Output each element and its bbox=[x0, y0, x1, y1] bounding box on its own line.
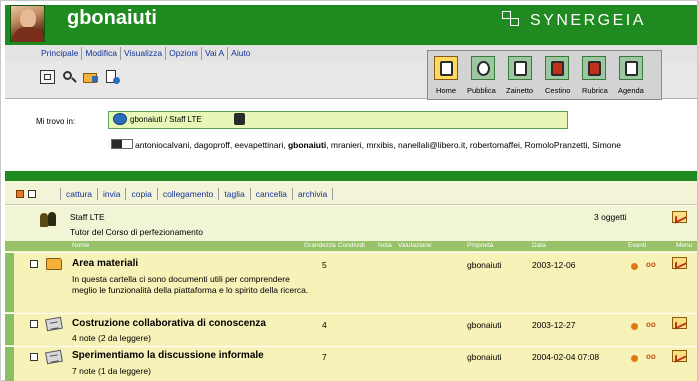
group-members-icon bbox=[234, 113, 245, 125]
item-title[interactable]: Area materiali bbox=[72, 258, 138, 269]
event-icon[interactable] bbox=[631, 355, 638, 362]
item-size: 7 bbox=[322, 352, 327, 362]
item-description: 7 note (1 da leggere) bbox=[72, 366, 151, 376]
location-label: Mi trovo in: bbox=[36, 117, 76, 126]
brand-logo-icon bbox=[502, 11, 522, 29]
document-add-icon[interactable] bbox=[105, 70, 120, 84]
toolbar-label-rubrica[interactable]: Rubrica bbox=[582, 86, 608, 95]
folder-subtitle: Tutor del Corso di perfezionamento bbox=[70, 227, 203, 237]
column-data[interactable]: Data bbox=[532, 242, 546, 249]
row-marker bbox=[5, 347, 14, 381]
calendar-icon[interactable] bbox=[619, 56, 643, 80]
column-nome[interactable]: Nome bbox=[72, 242, 89, 249]
column-valutazione[interactable]: Valutazione bbox=[398, 242, 432, 249]
menu-principale[interactable]: Principale bbox=[38, 47, 83, 60]
column-menu[interactable]: Menu bbox=[676, 242, 692, 249]
row-checkbox[interactable] bbox=[30, 353, 38, 361]
action-copia[interactable]: copia bbox=[125, 188, 156, 200]
members-text-after: , mranieri, mrxibis, nanellali@libero.it… bbox=[326, 140, 621, 150]
select-all-checkbox[interactable] bbox=[16, 190, 24, 198]
column-nota[interactable]: Nota bbox=[378, 242, 392, 249]
publish-icon[interactable] bbox=[471, 56, 495, 80]
folder-menu-chart-icon[interactable] bbox=[672, 211, 687, 223]
event-icon[interactable] bbox=[631, 263, 638, 270]
toolbar-label-zainetto[interactable]: Zainetto bbox=[506, 86, 533, 95]
address-book-icon[interactable] bbox=[582, 56, 606, 80]
row-checkbox[interactable] bbox=[30, 260, 38, 268]
select-none-checkbox[interactable] bbox=[28, 190, 36, 198]
column-proprieta[interactable]: Proprietà bbox=[467, 242, 493, 249]
item-menu-chart-icon[interactable] bbox=[672, 317, 687, 329]
item-title[interactable]: Sperimentiamo la discussione informale bbox=[72, 350, 264, 361]
action-collegamento[interactable]: collegamento bbox=[156, 188, 219, 200]
column-condividi[interactable]: Condividi bbox=[338, 242, 365, 249]
menu-vai-a[interactable]: Vai A bbox=[202, 47, 229, 60]
action-cattura[interactable]: cattura bbox=[60, 188, 97, 200]
toolbar-label-pubblica[interactable]: Pubblica bbox=[467, 86, 496, 95]
section-divider bbox=[5, 171, 697, 181]
item-menu-chart-icon[interactable] bbox=[672, 350, 687, 362]
search-icon[interactable] bbox=[62, 70, 77, 84]
menu-aiuto[interactable]: Aiuto bbox=[228, 47, 253, 60]
action-links: cattura invia copia collegamento taglia … bbox=[60, 188, 334, 200]
row-marker bbox=[5, 253, 14, 312]
action-taglia[interactable]: taglia bbox=[218, 188, 249, 200]
members-icon bbox=[111, 139, 133, 149]
item-owner[interactable]: gbonaiuti bbox=[467, 260, 502, 270]
globe-icon bbox=[113, 113, 127, 125]
action-invia[interactable]: invia bbox=[97, 188, 125, 200]
user-avatar bbox=[10, 5, 45, 42]
toolbar-label-agenda[interactable]: Agenda bbox=[618, 86, 644, 95]
readers-icon[interactable]: oo bbox=[646, 352, 656, 361]
folder-title: Staff LTE bbox=[70, 212, 105, 222]
column-eventi[interactable]: Eventi bbox=[628, 242, 646, 249]
toolbar-label-cestino[interactable]: Cestino bbox=[545, 86, 570, 95]
item-date: 2003-12-06 bbox=[532, 260, 576, 270]
backpack-icon[interactable] bbox=[508, 56, 532, 80]
item-date: 2004-02-04 07:08 bbox=[532, 352, 600, 362]
action-cancella[interactable]: cancella bbox=[249, 188, 292, 200]
object-count: 3 oggetti bbox=[594, 212, 627, 222]
row-marker bbox=[5, 314, 14, 345]
members-list: antoniocalvani, dagoproff, eevapettinari… bbox=[111, 139, 651, 151]
trash-icon[interactable] bbox=[545, 56, 569, 80]
item-description: In questa cartella ci sono documenti uti… bbox=[72, 274, 309, 295]
menu-opzioni[interactable]: Opzioni bbox=[166, 47, 202, 60]
group-icon bbox=[40, 212, 60, 229]
menu-modifica[interactable]: Modifica bbox=[82, 47, 121, 60]
item-description: 4 note (2 da leggere) bbox=[72, 333, 151, 343]
location-path[interactable]: gbonaiuti / Staff LTE bbox=[130, 115, 202, 124]
home-icon[interactable] bbox=[434, 56, 458, 80]
menu-visualizza[interactable]: Visualizza bbox=[121, 47, 167, 60]
main-menu: Principale Modifica Visualizza Opzioni V… bbox=[38, 47, 254, 60]
event-icon[interactable] bbox=[631, 323, 638, 330]
item-menu-chart-icon[interactable] bbox=[672, 257, 687, 269]
item-size: 4 bbox=[322, 320, 327, 330]
readers-icon[interactable]: oo bbox=[646, 320, 656, 329]
column-grandezza[interactable]: Grandezza bbox=[304, 242, 336, 249]
folder-icon bbox=[46, 258, 62, 270]
item-size: 5 bbox=[322, 260, 327, 270]
members-text-before: antoniocalvani, dagoproff, eevapettinari… bbox=[135, 140, 288, 150]
brand-name: SYNERGEIA bbox=[530, 12, 646, 29]
action-archivia[interactable]: archivia bbox=[291, 188, 334, 200]
item-date: 2003-12-27 bbox=[532, 320, 576, 330]
item-owner[interactable]: gbonaiuti bbox=[467, 320, 502, 330]
row-checkbox[interactable] bbox=[30, 320, 38, 328]
home-small-icon[interactable] bbox=[40, 70, 55, 84]
members-current-user: gbonaiuti bbox=[287, 140, 327, 150]
readers-icon[interactable]: oo bbox=[646, 260, 656, 269]
folder-go-icon[interactable] bbox=[83, 70, 98, 84]
item-title[interactable]: Costruzione collaborativa di conoscenza bbox=[72, 318, 266, 329]
item-owner[interactable]: gbonaiuti bbox=[467, 352, 502, 362]
toolbar-label-home[interactable]: Home bbox=[436, 86, 456, 95]
username: gbonaiuti bbox=[67, 7, 157, 29]
